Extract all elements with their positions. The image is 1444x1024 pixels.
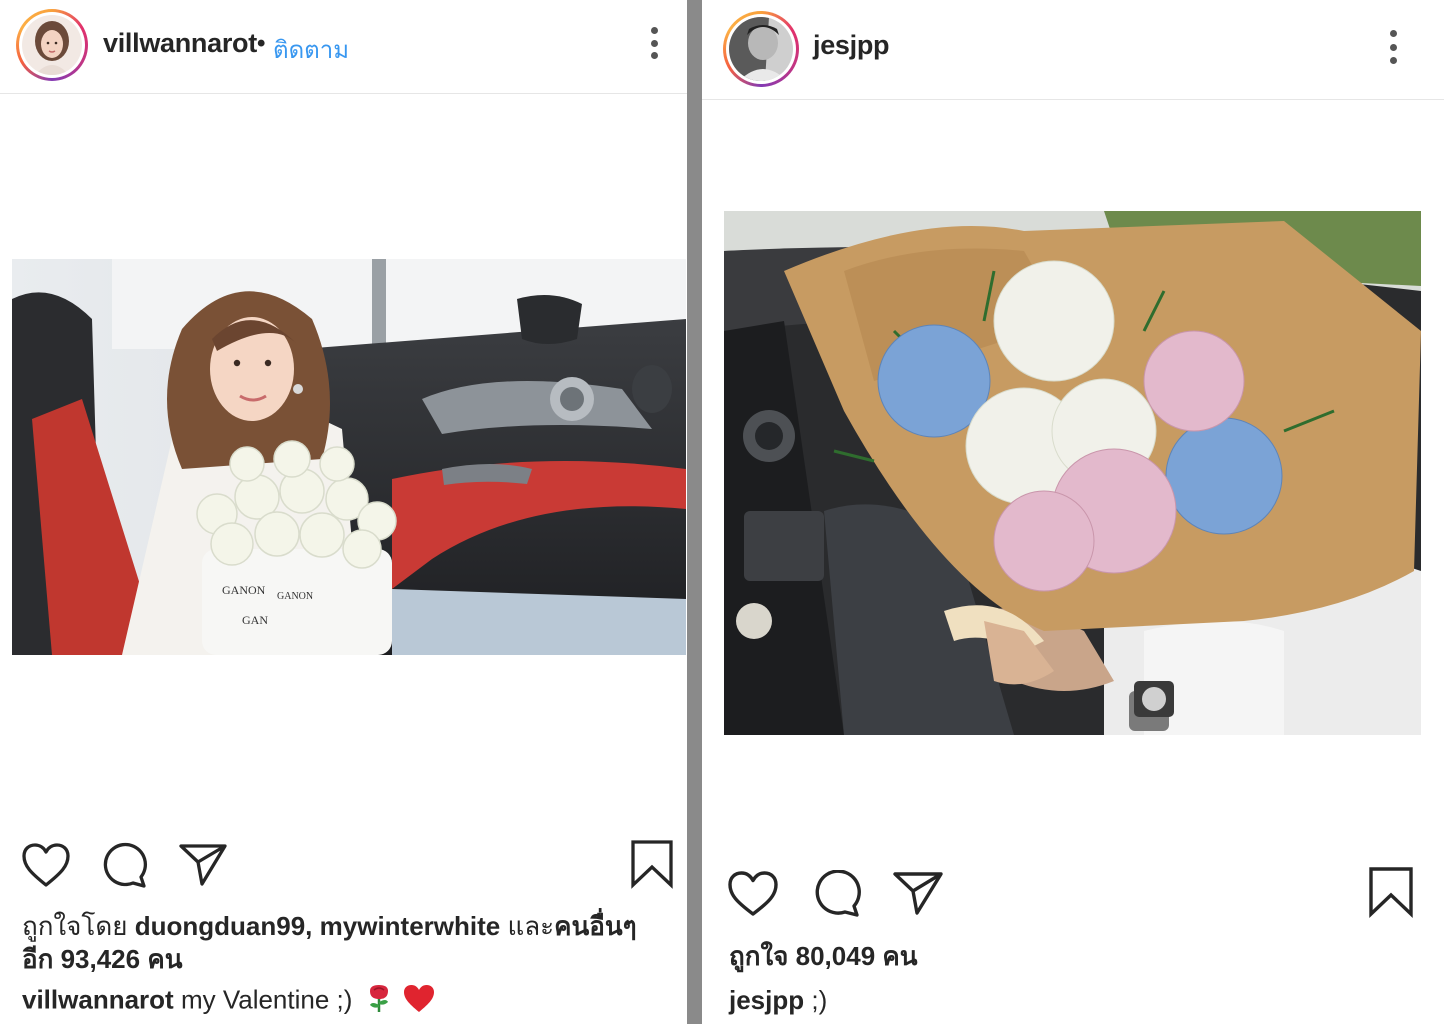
svg-text:GANON: GANON xyxy=(222,583,266,597)
caption-text: my Valentine ;) xyxy=(180,984,353,1015)
comment-icon[interactable] xyxy=(101,842,149,888)
share-icon[interactable] xyxy=(892,870,944,917)
post-header: villwannarot • ติดตาม xyxy=(0,0,687,94)
likes-count[interactable]: ถูกใจ 80,049 คน xyxy=(729,941,918,971)
bookmark-icon[interactable] xyxy=(1368,866,1414,918)
heart-icon[interactable] xyxy=(21,842,71,888)
post-photo[interactable] xyxy=(724,211,1421,735)
likes-summary[interactable]: ถูกใจ 80,049 คน xyxy=(729,940,918,973)
post-villwannarot: villwannarot • ติดตาม GANON GANON GAN ถู… xyxy=(0,0,687,1024)
panel-divider xyxy=(687,0,702,1024)
more-icon[interactable] xyxy=(651,27,659,59)
liker-link[interactable]: duongduan99, xyxy=(135,911,313,941)
rose-icon xyxy=(366,983,392,1020)
heart-icon[interactable] xyxy=(727,870,779,917)
likes-and: และ xyxy=(507,911,555,941)
others-link[interactable]: คนอื่นๆ xyxy=(554,911,637,941)
liker-link[interactable]: mywinterwhite xyxy=(320,911,501,941)
post-jesjpp: jesjpp ถูกใจ 80,049 คน jesjpp ;) xyxy=(702,0,1444,1024)
caption: villwannarot my Valentine ;) xyxy=(22,983,435,1020)
likes-count[interactable]: อีก 93,426 คน xyxy=(22,944,183,974)
svg-text:GANON: GANON xyxy=(277,591,313,602)
post-header: jesjpp xyxy=(702,0,1444,100)
likes-summary: ถูกใจโดย duongduan99, mywinterwhite และค… xyxy=(22,910,682,976)
caption: jesjpp ;) xyxy=(729,985,827,1016)
comment-icon[interactable] xyxy=(812,870,862,917)
username[interactable]: jesjpp xyxy=(813,30,890,61)
caption-username[interactable]: villwannarot xyxy=(22,984,174,1014)
avatar[interactable] xyxy=(16,9,88,81)
svg-text:GAN: GAN xyxy=(242,613,268,627)
more-icon[interactable] xyxy=(1390,30,1398,64)
caption-text: ;) xyxy=(811,985,828,1015)
avatar[interactable] xyxy=(723,11,799,87)
separator-dot: • xyxy=(257,30,266,57)
share-icon[interactable] xyxy=(178,842,228,888)
post-photo[interactable]: GANON GANON GAN xyxy=(12,259,686,655)
red-heart-icon xyxy=(403,984,435,1020)
bookmark-icon[interactable] xyxy=(630,839,674,889)
username[interactable]: villwannarot xyxy=(103,28,257,59)
caption-username[interactable]: jesjpp xyxy=(729,985,804,1015)
likes-prefix: ถูกใจโดย xyxy=(22,911,128,941)
follow-button[interactable]: ติดตาม xyxy=(273,30,349,69)
